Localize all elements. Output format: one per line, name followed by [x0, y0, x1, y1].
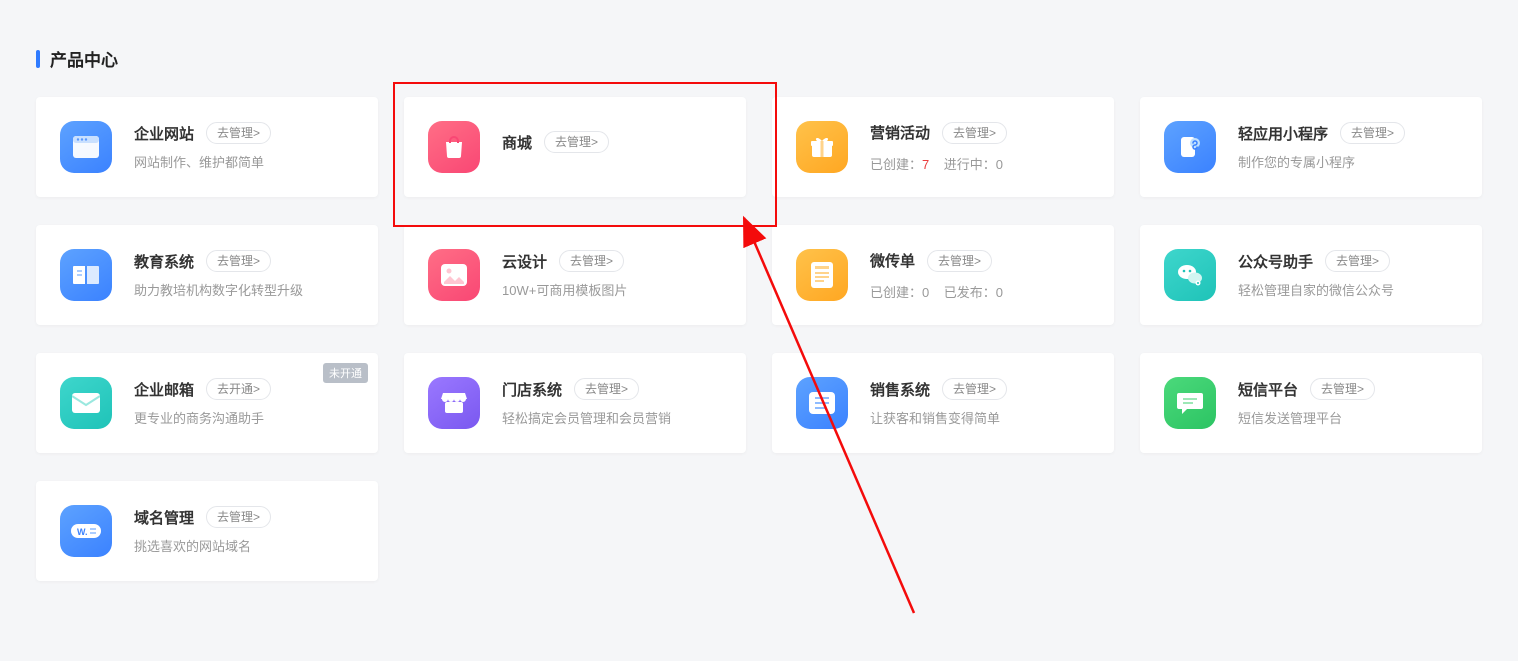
- created-value: 7: [922, 157, 929, 172]
- created-label: 已创建：: [870, 285, 922, 300]
- running-value: 0: [996, 157, 1003, 172]
- card-title: 短信平台: [1238, 379, 1298, 400]
- card-desc: 让获客和销售变得简单: [870, 410, 1094, 428]
- book-icon: [60, 249, 112, 301]
- manage-button[interactable]: 去管理>: [927, 250, 992, 272]
- card-stats: 已创建：0 已发布：0: [870, 282, 1094, 301]
- manage-button[interactable]: 去管理>: [206, 122, 271, 144]
- card-desc: 网站制作、维护都简单: [134, 154, 358, 172]
- product-grid: 企业网站 去管理> 网站制作、维护都简单 商城 去管理>: [36, 97, 1482, 581]
- card-flyer[interactable]: 微传单 去管理> 已创建：0 已发布：0: [772, 225, 1114, 325]
- svg-text:W.: W.: [77, 527, 88, 537]
- published-label: 已发布：: [944, 285, 996, 300]
- wechat-icon: [1164, 249, 1216, 301]
- card-title: 商城: [502, 132, 532, 153]
- flyer-icon: [796, 249, 848, 301]
- card-desc: 更专业的商务沟通助手: [134, 410, 358, 428]
- gift-icon: [796, 121, 848, 173]
- created-label: 已创建：: [870, 157, 922, 172]
- mail-icon: [60, 377, 112, 429]
- card-email[interactable]: 未开通 企业邮箱 去开通> 更专业的商务沟通助手: [36, 353, 378, 453]
- domain-icon: W.: [60, 505, 112, 557]
- card-desc: 助力教培机构数字化转型升级: [134, 282, 358, 300]
- card-sales[interactable]: 销售系统 去管理> 让获客和销售变得简单: [772, 353, 1114, 453]
- not-open-badge: 未开通: [323, 363, 368, 383]
- manage-button[interactable]: 去管理>: [1340, 122, 1405, 144]
- running-label: 进行中：: [944, 157, 996, 172]
- card-mall[interactable]: 商城 去管理>: [404, 97, 746, 197]
- card-education[interactable]: 教育系统 去管理> 助力教培机构数字化转型升级: [36, 225, 378, 325]
- card-desc: 10W+可商用模板图片: [502, 282, 726, 300]
- card-desc: 制作您的专属小程序: [1238, 154, 1462, 172]
- card-title: 营销活动: [870, 122, 930, 143]
- card-title: 域名管理: [134, 507, 194, 528]
- card-sms[interactable]: 短信平台 去管理> 短信发送管理平台: [1140, 353, 1482, 453]
- card-title: 轻应用小程序: [1238, 123, 1328, 144]
- card-desc: 轻松搞定会员管理和会员营销: [502, 410, 726, 428]
- card-title: 公众号助手: [1238, 251, 1313, 272]
- miniprogram-icon: [1164, 121, 1216, 173]
- published-value: 0: [996, 285, 1003, 300]
- chat-bubble-icon: [1164, 377, 1216, 429]
- manage-button[interactable]: 去管理>: [206, 506, 271, 528]
- section-title-bar: [36, 50, 40, 68]
- manage-button[interactable]: 去管理>: [942, 378, 1007, 400]
- manage-button[interactable]: 去管理>: [942, 122, 1007, 144]
- card-title: 云设计: [502, 251, 547, 272]
- browser-window-icon: [60, 121, 112, 173]
- card-desc: 短信发送管理平台: [1238, 410, 1462, 428]
- card-miniapp[interactable]: 轻应用小程序 去管理> 制作您的专属小程序: [1140, 97, 1482, 197]
- card-desc: 轻松管理自家的微信公众号: [1238, 282, 1462, 300]
- card-desc: 挑选喜欢的网站域名: [134, 538, 358, 556]
- manage-button[interactable]: 去管理>: [544, 131, 609, 153]
- manage-button[interactable]: 去管理>: [206, 250, 271, 272]
- card-wechat-oa[interactable]: 公众号助手 去管理> 轻松管理自家的微信公众号: [1140, 225, 1482, 325]
- section-title: 产品中心: [36, 46, 1482, 71]
- card-marketing[interactable]: 营销活动 去管理> 已创建：7 进行中：0: [772, 97, 1114, 197]
- card-stats: 已创建：7 进行中：0: [870, 154, 1094, 173]
- card-title: 门店系统: [502, 379, 562, 400]
- image-icon: [428, 249, 480, 301]
- card-store[interactable]: 门店系统 去管理> 轻松搞定会员管理和会员营销: [404, 353, 746, 453]
- card-design[interactable]: 云设计 去管理> 10W+可商用模板图片: [404, 225, 746, 325]
- card-title: 微传单: [870, 250, 915, 271]
- card-title: 企业邮箱: [134, 379, 194, 400]
- card-title: 教育系统: [134, 251, 194, 272]
- card-title: 企业网站: [134, 123, 194, 144]
- manage-button[interactable]: 去管理>: [1310, 378, 1375, 400]
- shopping-bag-icon: [428, 121, 480, 173]
- manage-button[interactable]: 去管理>: [559, 250, 624, 272]
- list-icon: [796, 377, 848, 429]
- store-icon: [428, 377, 480, 429]
- section-title-text: 产品中心: [50, 46, 118, 71]
- manage-button[interactable]: 去管理>: [1325, 250, 1390, 272]
- created-value: 0: [922, 285, 929, 300]
- card-enterprise-site[interactable]: 企业网站 去管理> 网站制作、维护都简单: [36, 97, 378, 197]
- card-title: 销售系统: [870, 379, 930, 400]
- card-domain[interactable]: W. 域名管理 去管理> 挑选喜欢的网站域名: [36, 481, 378, 581]
- manage-button[interactable]: 去管理>: [574, 378, 639, 400]
- open-button[interactable]: 去开通>: [206, 378, 271, 400]
